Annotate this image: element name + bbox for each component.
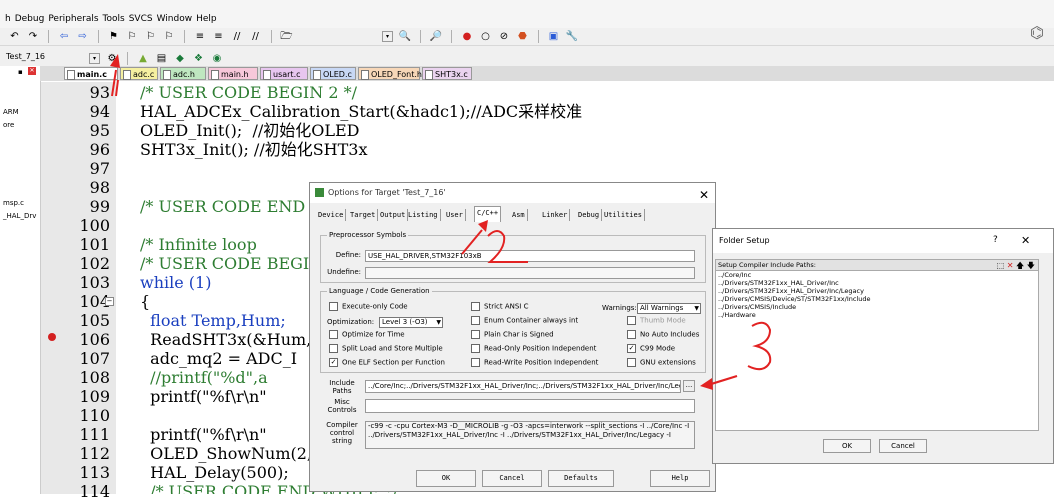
annotation-number-2 (487, 230, 528, 263)
annotation-arrow-1 (111, 69, 117, 97)
annotation-arrowhead-2 (478, 220, 488, 232)
annotation-arrowhead-1 (110, 54, 120, 68)
annotation-layer (110, 54, 772, 390)
annotation-stroke (115, 79, 119, 97)
annotation-number-3 (747, 321, 772, 371)
annotation-arrowhead-3 (700, 378, 713, 390)
annotation-arrow-2 (461, 229, 483, 255)
